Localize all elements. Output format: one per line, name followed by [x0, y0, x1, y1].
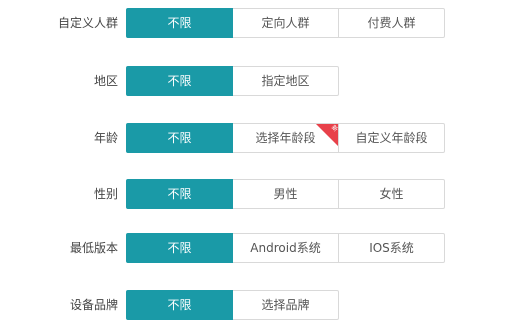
- age-select-range-label: 选择年龄段: [255, 131, 316, 145]
- custom-audience-row: 自定义人群 不限 定向人群 付费人群: [0, 8, 507, 38]
- age-custom-range-button[interactable]: 自定义年龄段: [339, 123, 445, 153]
- gender-label: 性别: [93, 187, 118, 201]
- region-specify-button[interactable]: 指定地区: [233, 66, 339, 96]
- age-unlimited-button[interactable]: 不限: [126, 123, 233, 153]
- custom-audience-label: 自定义人群: [57, 16, 118, 30]
- age-options: 不限 选择年龄段 新 自定义年龄段: [126, 123, 445, 153]
- gender-row: 性别 不限 男性 女性: [0, 179, 507, 209]
- min-version-options: 不限 Android系统 IOS系统: [126, 233, 445, 263]
- min-version-row: 最低版本 不限 Android系统 IOS系统: [0, 233, 507, 263]
- device-brand-select-button[interactable]: 选择品牌: [233, 290, 339, 320]
- region-options: 不限 指定地区: [126, 66, 339, 96]
- gender-female-button[interactable]: 女性: [339, 179, 445, 209]
- custom-audience-unlimited-button[interactable]: 不限: [126, 8, 233, 38]
- region-unlimited-button[interactable]: 不限: [126, 66, 233, 96]
- device-brand-label: 设备品牌: [69, 298, 118, 312]
- gender-options: 不限 男性 女性: [126, 179, 445, 209]
- min-version-label: 最低版本: [69, 241, 118, 255]
- age-select-range-button[interactable]: 选择年龄段 新: [233, 123, 339, 153]
- age-row: 年龄 不限 选择年龄段 新 自定义年龄段: [0, 123, 507, 153]
- custom-audience-options: 不限 定向人群 付费人群: [126, 8, 445, 38]
- region-row: 地区 不限 指定地区: [0, 66, 507, 96]
- min-version-ios-button[interactable]: IOS系统: [339, 233, 445, 263]
- device-brand-options: 不限 选择品牌: [126, 290, 339, 320]
- age-label: 年龄: [93, 131, 118, 145]
- gender-unlimited-button[interactable]: 不限: [126, 179, 233, 209]
- gender-male-button[interactable]: 男性: [233, 179, 339, 209]
- custom-audience-targeted-button[interactable]: 定向人群: [233, 8, 339, 38]
- region-label: 地区: [93, 74, 118, 88]
- device-brand-unlimited-button[interactable]: 不限: [126, 290, 233, 320]
- min-version-android-button[interactable]: Android系统: [233, 233, 339, 263]
- custom-audience-paid-button[interactable]: 付费人群: [339, 8, 445, 38]
- device-brand-row: 设备品牌 不限 选择品牌: [0, 290, 507, 320]
- targeting-form: 自定义人群 不限 定向人群 付费人群 地区 不限 指定地区 年龄 不限 选择年龄…: [0, 0, 507, 330]
- min-version-unlimited-button[interactable]: 不限: [126, 233, 233, 263]
